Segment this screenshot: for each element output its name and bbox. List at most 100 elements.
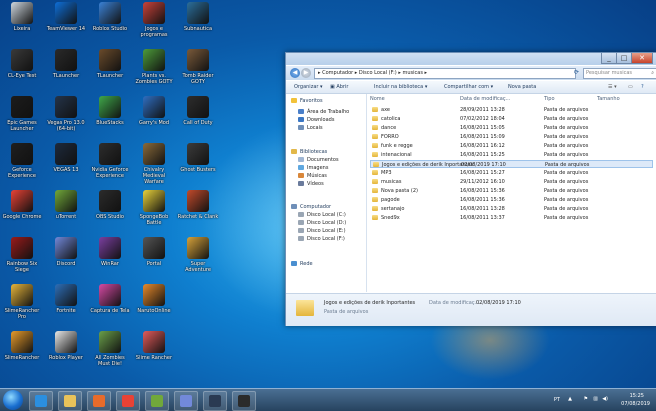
nav-drive-c[interactable]: Disco Local (C:) — [298, 211, 346, 219]
desktop-icon[interactable]: Ghost Busters — [177, 143, 219, 187]
file-row[interactable]: funk e regge 16/08/2011 16:12 Pasta de arq… — [370, 142, 653, 150]
file-row[interactable]: intenacional 16/08/2011 15:25 Pasta de arq… — [370, 151, 653, 159]
nav-drive-d[interactable]: Disco Local (D:) — [298, 219, 346, 227]
view-options-icon[interactable]: ☰ ▾ — [608, 81, 617, 93]
desktop-icon[interactable]: WinRar — [89, 237, 131, 281]
file-row[interactable]: catolica 07/02/2012 18:04 Pasta de arquivo… — [370, 115, 653, 123]
file-row[interactable]: dance 16/08/2011 15:05 Pasta de arquivos — [370, 124, 653, 132]
desktop-icon[interactable]: Garry's Mod — [133, 96, 175, 140]
nav-drive-f[interactable]: Disco Local (F:) — [298, 235, 345, 243]
file-row[interactable]: FORRO 16/08/2011 15:09 Pasta de arquivos — [370, 133, 653, 141]
start-button[interactable] — [3, 390, 23, 410]
desktop-icon[interactable]: Ratchet & Clank — [177, 190, 219, 234]
desktop-icon[interactable]: Google Chrome — [1, 190, 43, 234]
nav-drive-e[interactable]: Disco Local (E:) — [298, 227, 346, 235]
file-row[interactable]: sertanajo 16/08/2011 13:28 Pasta de arquiv… — [370, 205, 653, 213]
nav-desktop[interactable]: Área de Trabalho — [298, 108, 349, 116]
desktop-icon[interactable]: Jogos e programas — [133, 2, 175, 46]
desktop-icon[interactable]: Rainbow Six Siege — [1, 237, 43, 281]
desktop-icon[interactable]: TLauncher — [45, 49, 87, 93]
taskbar-button[interactable] — [58, 391, 82, 411]
file-row[interactable]: axe 28/09/2011 13:28 Pasta de arquivos — [370, 106, 653, 114]
nav-documents[interactable]: Documentos — [298, 156, 339, 164]
desktop-icon[interactable]: Discord — [45, 237, 87, 281]
forward-button[interactable]: ▶ — [301, 68, 311, 78]
file-row[interactable]: Sned9x 16/08/2011 13:37 Pasta de arquivos — [370, 214, 653, 222]
preview-pane-icon[interactable]: ▭ — [628, 81, 633, 93]
refresh-button[interactable]: ⟳ — [574, 69, 579, 76]
desktop-icon[interactable]: Tomb Raider GOTY — [177, 49, 219, 93]
desktop-icon[interactable]: Slime Rancher — [133, 331, 175, 375]
desktop-icon[interactable]: Fortnite — [45, 284, 87, 328]
nav-downloads[interactable]: Downloads — [298, 116, 334, 124]
maximize-button[interactable]: □ — [616, 53, 632, 64]
volume-icon[interactable]: ◀) — [602, 396, 608, 402]
nav-places[interactable]: Locais — [298, 124, 323, 132]
nav-images[interactable]: Imagens — [298, 164, 328, 172]
column-type[interactable]: Tipo — [544, 96, 555, 102]
file-row[interactable]: Nova pasta (2) 16/08/2011 15:36 Pasta de a… — [370, 187, 653, 195]
desktop-icon[interactable]: OBS Studio — [89, 190, 131, 234]
desktop-icon[interactable]: Subnautica — [177, 2, 219, 46]
breadcrumb-2[interactable]: musicas — [402, 70, 422, 76]
desktop-icon[interactable]: Super Adventure — [177, 237, 219, 281]
nav-favorites[interactable]: Favoritos — [291, 97, 323, 105]
desktop-icon[interactable]: Call of Duty — [177, 96, 219, 140]
desktop-icon[interactable]: SlimeRancher Pro — [1, 284, 43, 328]
taskbar-button[interactable] — [87, 391, 111, 411]
taskbar-button[interactable] — [116, 391, 140, 411]
close-button[interactable]: ✕ — [631, 53, 653, 64]
desktop-icon[interactable]: All Zombies Must Die! — [89, 331, 131, 375]
desktop-icon[interactable]: Roblox Player — [45, 331, 87, 375]
nav-music[interactable]: Músicas — [298, 172, 327, 180]
search-input[interactable]: Pesquisar musicas ⌕ — [583, 68, 656, 79]
desktop-icon[interactable]: TeamViewer 14 — [45, 2, 87, 46]
desktop-icon[interactable]: Captura de Tela — [89, 284, 131, 328]
organize-button[interactable]: Organizar ▾ — [294, 81, 323, 93]
breadcrumb-1[interactable]: Disco Local (F:) — [359, 70, 397, 76]
desktop-icon[interactable]: Chivalry Medieval Warfare — [133, 143, 175, 187]
column-date[interactable]: Data de modificaç... — [460, 96, 510, 102]
desktop-icon[interactable]: Epic Games Launcher — [1, 96, 43, 140]
nav-network[interactable]: Rede — [291, 260, 313, 268]
network-icon[interactable]: ▥ — [593, 396, 598, 402]
address-bar[interactable]: ▸ Computador ▸ Disco Local (F:) ▸ musica… — [314, 68, 576, 79]
desktop-icon[interactable]: Portal — [133, 237, 175, 281]
desktop-icon[interactable]: SlimeRancher — [1, 331, 43, 375]
desktop-icon[interactable]: Geforce Experience — [1, 143, 43, 187]
include-library-button[interactable]: Incluir na biblioteca ▾ — [374, 81, 427, 93]
nav-computer[interactable]: Computador — [291, 203, 331, 211]
file-row[interactable]: Jogos e edições de derik Inportantes 02/0… — [370, 160, 653, 168]
desktop-icon[interactable]: Plants vs. Zombies GOTY — [133, 49, 175, 93]
taskbar-button[interactable] — [174, 391, 198, 411]
open-button[interactable]: ▣ Abrir — [330, 81, 348, 93]
desktop-icon[interactable]: Roblox Studio — [89, 2, 131, 46]
desktop-icon[interactable]: SpongeBob Battle — [133, 190, 175, 234]
desktop-icon[interactable]: Lixeira — [1, 2, 43, 46]
nav-videos[interactable]: Vídeos — [298, 180, 324, 188]
taskbar-button[interactable] — [145, 391, 169, 411]
desktop-icon[interactable]: NarutoOnline — [133, 284, 175, 328]
desktop-icon[interactable]: Vegas Pro 13.0 (64-bit) — [45, 96, 87, 140]
breadcrumb-0[interactable]: Computador — [322, 70, 353, 76]
desktop-icon[interactable]: TLauncher — [89, 49, 131, 93]
desktop-icon[interactable]: BlueStacks — [89, 96, 131, 140]
column-size[interactable]: Tamanho — [597, 96, 620, 102]
desktop-icon[interactable]: Nvidia Geforce Experience — [89, 143, 131, 187]
desktop-icon[interactable]: VEGAS 13 — [45, 143, 87, 187]
file-row[interactable]: musicas 29/11/2012 16:10 Pasta de arquivos — [370, 178, 653, 186]
taskbar-button[interactable] — [232, 391, 256, 411]
language-indicator[interactable]: PT — [554, 397, 560, 403]
flag-icon[interactable]: ⚑ — [584, 396, 588, 402]
new-folder-button[interactable]: Nova pasta — [508, 81, 536, 93]
share-button[interactable]: Compartilhar com ▾ — [444, 81, 493, 93]
column-name[interactable]: Nome — [370, 96, 385, 102]
window-titlebar[interactable]: _ □ ✕ — [286, 53, 656, 65]
help-icon[interactable]: ? — [641, 81, 644, 93]
desktop-icon[interactable]: CL-Eye Test — [1, 49, 43, 93]
taskbar-button[interactable] — [29, 391, 53, 411]
tray-expand-icon[interactable]: ▲ — [568, 396, 572, 402]
back-button[interactable]: ◀ — [290, 68, 300, 78]
clock-time[interactable]: 15:25 — [630, 393, 644, 399]
clock-date[interactable]: 07/08/2019 — [621, 401, 650, 407]
